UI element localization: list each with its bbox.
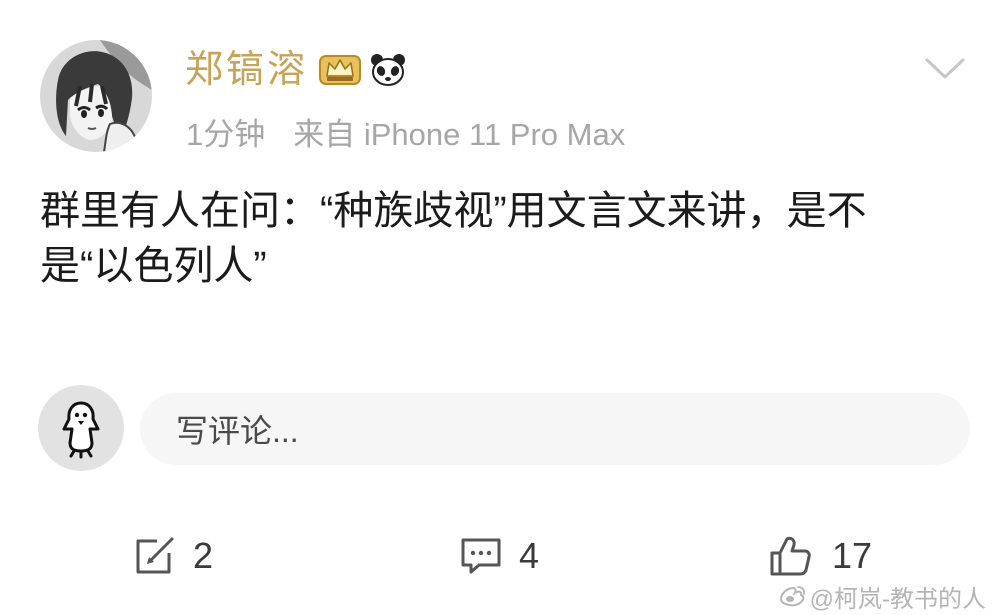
post-text-line: 群里有人在问：“种族歧视”用文言文来讲，是不: [40, 189, 867, 233]
gold-member-badge-icon[interactable]: [318, 52, 362, 88]
comment-button[interactable]: 4: [459, 528, 539, 584]
author-name[interactable]: 郑镐溶: [185, 44, 308, 96]
comment-input[interactable]: 写评论...: [140, 393, 970, 465]
watermark-text: @柯岚-教书的人: [809, 585, 986, 613]
repost-button[interactable]: 2: [133, 528, 213, 584]
repost-icon: [136, 537, 174, 574]
post-body: 群里有人在问：“种族歧视”用文言文来讲，是不 是“以色列人”: [40, 184, 867, 294]
weibo-logo-icon: [779, 586, 805, 607]
post-text-line: 是“以色列人”: [40, 244, 267, 288]
comment-icon: [461, 538, 501, 574]
like-button[interactable]: 17: [768, 528, 872, 584]
user-avatar[interactable]: [40, 40, 152, 152]
post-menu-button[interactable]: [924, 56, 966, 82]
watermark: @柯岚-教书的人: [778, 581, 986, 613]
repost-count: 2: [193, 535, 214, 576]
chevron-down-icon: [925, 58, 965, 79]
commenter-avatar: [38, 385, 124, 471]
comment-input-placeholder: 写评论...: [176, 413, 299, 449]
thumbs-up-icon: [770, 536, 811, 576]
comment-count: 4: [519, 535, 540, 576]
penguin-avatar-icon: [38, 385, 124, 471]
post-meta: 1分钟 来自 iPhone 11 Pro Max: [186, 110, 625, 152]
panda-badge-icon[interactable]: [368, 52, 408, 88]
author-row: 郑镐溶: [185, 44, 408, 96]
weibo-post-card: 郑镐溶 1分钟 来自 iPhone 11 Pro Max 群里有人在问：“种族歧…: [0, 0, 1000, 615]
post-time: 1分钟: [186, 116, 266, 152]
post-source: 来自 iPhone 11 Pro Max: [293, 116, 626, 152]
like-count: 17: [832, 535, 873, 576]
anime-girl-avatar-icon: [40, 40, 152, 152]
